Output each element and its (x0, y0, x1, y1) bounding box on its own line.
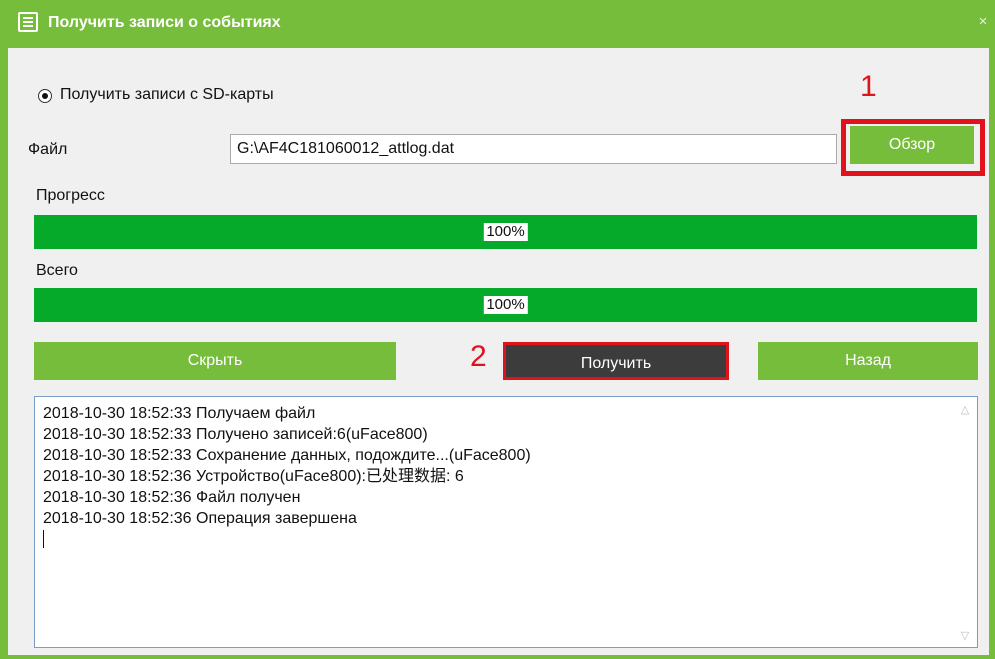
total-progress-bar: 100% (34, 288, 977, 322)
get-button[interactable]: Получить (503, 342, 729, 380)
log-line: 2018-10-30 18:52:33 Получено записей:6(u… (43, 426, 428, 443)
log-textarea[interactable]: 2018-10-30 18:52:33 Получаем файл 2018-10… (34, 396, 978, 648)
annotation-box-1 (841, 119, 985, 176)
log-line: 2018-10-30 18:52:36 Операция завершена (43, 510, 357, 527)
log-lines: 2018-10-30 18:52:33 Получаем файл 2018-10… (43, 403, 947, 548)
close-icon[interactable]: × (975, 14, 991, 30)
file-label: Файл (28, 141, 68, 158)
list-document-icon (18, 12, 38, 32)
annotation-number-1: 1 (860, 70, 877, 103)
log-line: 2018-10-30 18:52:33 Получаем файл (43, 405, 316, 422)
sd-card-radio[interactable] (38, 89, 52, 103)
file-path-input[interactable]: G:\AF4C181060012_attlog.dat (230, 134, 837, 164)
progress-percent: 100% (483, 223, 528, 241)
log-line: 2018-10-30 18:52:36 Файл получен (43, 489, 301, 506)
hide-button[interactable]: Скрыть (34, 342, 396, 380)
text-caret (43, 530, 44, 548)
progress-bar: 100% (34, 215, 977, 249)
total-percent: 100% (483, 296, 528, 314)
back-button[interactable]: Назад (758, 342, 978, 380)
window-title: Получить записи о событиях (48, 14, 281, 31)
scroll-up-arrow-icon[interactable]: △ (959, 403, 971, 416)
title-bar[interactable]: Получить записи о событиях × (0, 0, 995, 48)
log-line: 2018-10-30 18:52:33 Сохранение данных, п… (43, 447, 531, 464)
progress-label: Прогресс (36, 187, 105, 204)
sd-card-radio-label: Получить записи с SD-карты (60, 86, 274, 103)
log-line: 2018-10-30 18:52:36 Устройство(uFace800)… (43, 468, 464, 485)
scroll-down-arrow-icon[interactable]: ▽ (959, 629, 971, 642)
annotation-number-2: 2 (470, 340, 487, 373)
total-label: Всего (36, 262, 78, 279)
dialog-window: Получить записи о событиях × Получить за… (0, 0, 995, 659)
